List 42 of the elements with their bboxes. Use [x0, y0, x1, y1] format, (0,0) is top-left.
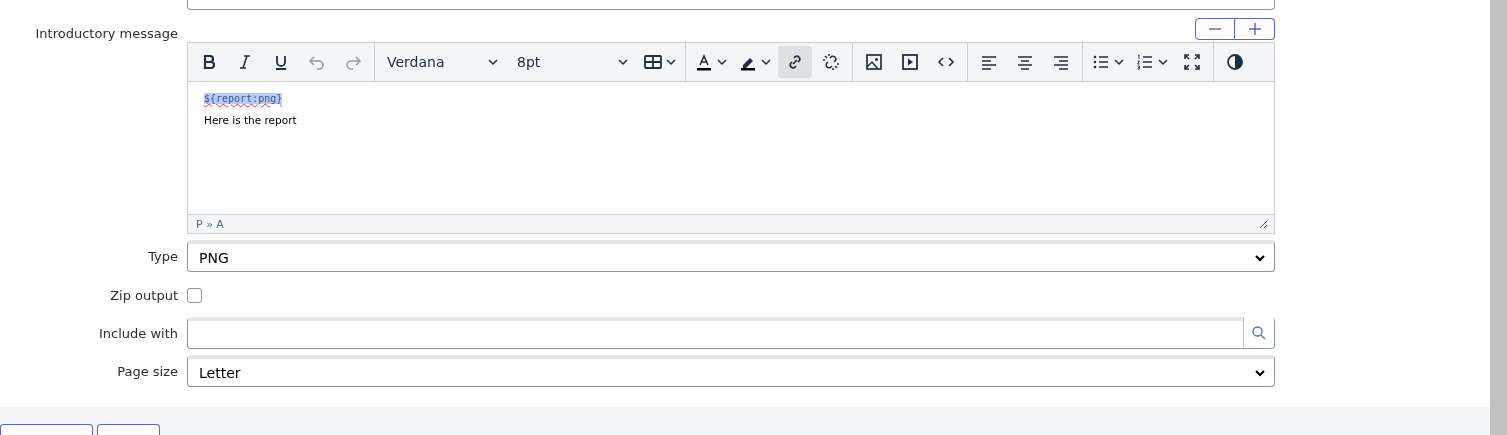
plus-icon [1247, 22, 1262, 36]
checkbox[interactable] [187, 287, 202, 303]
collapse-button[interactable] [1195, 18, 1235, 40]
link-button[interactable] [778, 46, 812, 78]
caret-icon[interactable] [665, 56, 677, 68]
scrollbar[interactable] [1490, 0, 1507, 435]
lookup-field[interactable] [187, 317, 1275, 349]
field-label: Introductory message [34, 25, 178, 41]
caret-icon[interactable] [760, 56, 772, 68]
editor-text: ${report:png} [204, 93, 283, 104]
unlink-icon [821, 52, 841, 72]
select-field[interactable]: Letter [187, 355, 1275, 387]
editor-text: Here is the report [204, 114, 297, 126]
field-label: Page size [116, 363, 178, 379]
chevron-down-icon [1254, 252, 1266, 263]
caret-icon[interactable] [1113, 56, 1125, 68]
select-field[interactable]: PNG [187, 240, 1275, 272]
font-family-dropdown[interactable]: Verdana [379, 46, 507, 78]
caret-icon[interactable] [1157, 56, 1169, 68]
fullscreen-icon [1182, 52, 1202, 72]
expand-button[interactable] [1235, 18, 1275, 40]
action-button[interactable] [0, 424, 93, 435]
caret-icon[interactable] [617, 56, 629, 68]
field-label: Type [147, 248, 178, 264]
chevron-down-icon [1254, 367, 1266, 378]
text-color-icon [694, 52, 714, 72]
contrast-icon [1225, 52, 1245, 72]
resize-handle-icon[interactable] [1259, 219, 1268, 229]
numbered-list-icon [1135, 52, 1155, 72]
field-label: Zip output [109, 287, 178, 303]
font-size-dropdown[interactable]: 8pt [509, 46, 637, 78]
editor-area[interactable]: ${report:png} Here is the report [188, 82, 1274, 214]
table-icon [643, 52, 663, 72]
subject-field[interactable] [187, 0, 1275, 10]
caret-icon[interactable] [487, 56, 499, 68]
element-path: P » A [196, 217, 224, 231]
caret-icon[interactable] [716, 56, 728, 68]
action-button[interactable] [97, 424, 160, 435]
play-icon [900, 52, 920, 72]
image-icon [864, 52, 884, 72]
field-label: Include with [97, 325, 178, 341]
search-icon[interactable] [1251, 324, 1267, 341]
